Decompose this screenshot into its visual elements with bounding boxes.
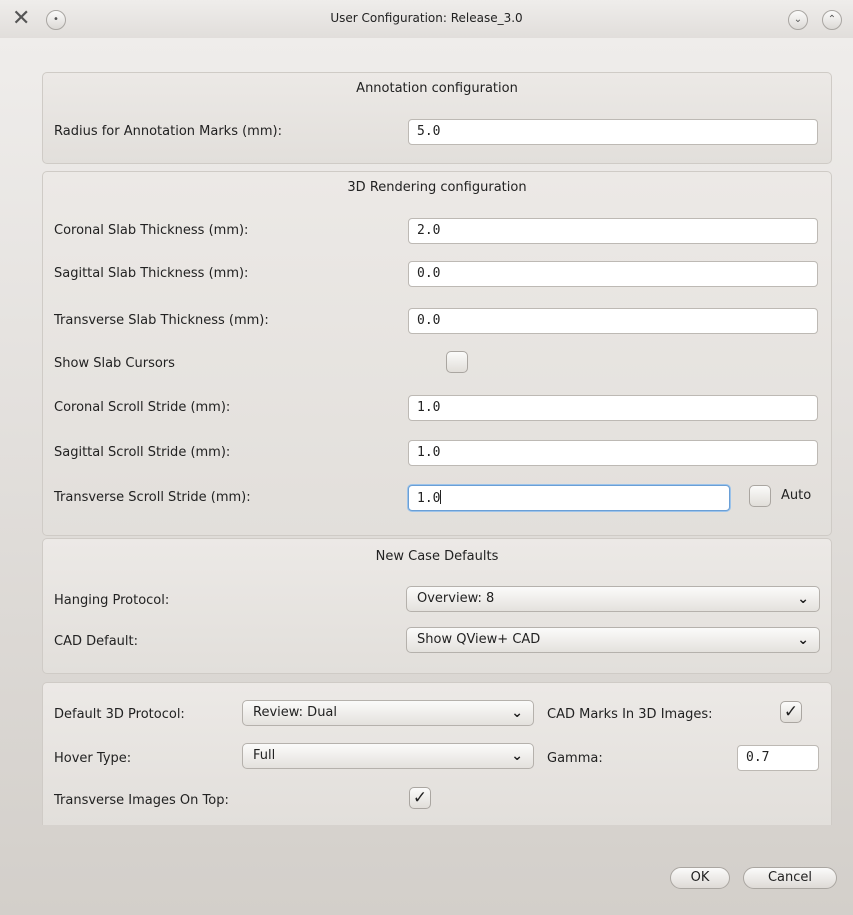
- chevron-down-icon: ⌄: [797, 632, 809, 648]
- coronal-slab-input[interactable]: 2.0: [408, 218, 818, 244]
- cad-default-label: CAD Default:: [54, 634, 138, 649]
- default-3d-protocol-label: Default 3D Protocol:: [54, 707, 185, 722]
- radius-input[interactable]: 5.0: [408, 119, 818, 145]
- annotation-group: Annotation configuration Radius for Anno…: [42, 72, 832, 164]
- gamma-input[interactable]: 0.7: [737, 745, 819, 771]
- maximize-button[interactable]: ⌃: [822, 10, 842, 30]
- transverse-slab-label: Transverse Slab Thickness (mm):: [54, 313, 269, 328]
- cad-marks-checkbox[interactable]: ✓: [780, 701, 802, 723]
- cancel-button[interactable]: Cancel: [743, 867, 837, 889]
- annotation-group-title: Annotation configuration: [356, 81, 518, 96]
- dialog-body: Annotation configuration Radius for Anno…: [0, 38, 853, 915]
- cad-default-value: Show QView+ CAD: [417, 632, 541, 647]
- hover-type-label: Hover Type:: [54, 751, 132, 766]
- show-slab-cursors-label: Show Slab Cursors: [54, 356, 175, 371]
- chevron-down-icon: ⌄: [797, 591, 809, 607]
- sagittal-stride-input[interactable]: 1.0: [408, 440, 818, 466]
- default-3d-protocol-value: Review: Dual: [253, 705, 338, 720]
- sagittal-slab-input[interactable]: 0.0: [408, 261, 818, 287]
- new-case-group: New Case Defaults Hanging Protocol: Over…: [42, 538, 832, 674]
- auto-checkbox[interactable]: [749, 485, 771, 507]
- new-case-group-title: New Case Defaults: [375, 549, 499, 564]
- chevron-down-icon: ⌄: [511, 748, 523, 764]
- minimize-button[interactable]: ⌄: [788, 10, 808, 30]
- hanging-protocol-select[interactable]: Overview: 8 ⌄: [406, 586, 820, 612]
- cad-marks-label: CAD Marks In 3D Images:: [547, 707, 713, 722]
- sagittal-slab-label: Sagittal Slab Thickness (mm):: [54, 266, 249, 281]
- show-slab-cursors-checkbox[interactable]: [446, 351, 468, 373]
- coronal-slab-label: Coronal Slab Thickness (mm):: [54, 223, 249, 238]
- hanging-protocol-label: Hanging Protocol:: [54, 593, 170, 608]
- radius-label: Radius for Annotation Marks (mm):: [54, 124, 282, 139]
- hanging-protocol-value: Overview: 8: [417, 591, 495, 606]
- hover-type-value: Full: [253, 748, 276, 763]
- transverse-on-top-label: Transverse Images On Top:: [54, 793, 229, 808]
- chevron-down-icon: ⌄: [511, 705, 523, 721]
- coronal-stride-input[interactable]: 1.0: [408, 395, 818, 421]
- default-3d-protocol-select[interactable]: Review: Dual ⌄: [242, 700, 534, 726]
- window-title: User Configuration: Release_3.0: [330, 11, 523, 25]
- rendering-group-title: 3D Rendering configuration: [347, 180, 527, 195]
- transverse-stride-value: 1.0: [417, 491, 441, 506]
- gamma-label: Gamma:: [547, 751, 603, 766]
- ok-button[interactable]: OK: [670, 867, 730, 889]
- auto-label: Auto: [781, 488, 812, 503]
- title-bar: ✕ • User Configuration: Release_3.0 ⌄ ⌃: [0, 0, 853, 38]
- transverse-stride-input[interactable]: 1.0: [408, 485, 730, 511]
- cad-default-select[interactable]: Show QView+ CAD ⌄: [406, 627, 820, 653]
- text-caret: [440, 490, 442, 504]
- hover-type-select[interactable]: Full ⌄: [242, 743, 534, 769]
- view3d-group: Default 3D Protocol: Review: Dual ⌄ CAD …: [42, 682, 832, 825]
- sagittal-stride-label: Sagittal Scroll Stride (mm):: [54, 445, 231, 460]
- coronal-stride-label: Coronal Scroll Stride (mm):: [54, 400, 231, 415]
- transverse-on-top-checkbox[interactable]: ✓: [409, 787, 431, 809]
- transverse-slab-input[interactable]: 0.0: [408, 308, 818, 334]
- rendering-group: 3D Rendering configuration Coronal Slab …: [42, 171, 832, 536]
- transverse-stride-label: Transverse Scroll Stride (mm):: [54, 490, 251, 505]
